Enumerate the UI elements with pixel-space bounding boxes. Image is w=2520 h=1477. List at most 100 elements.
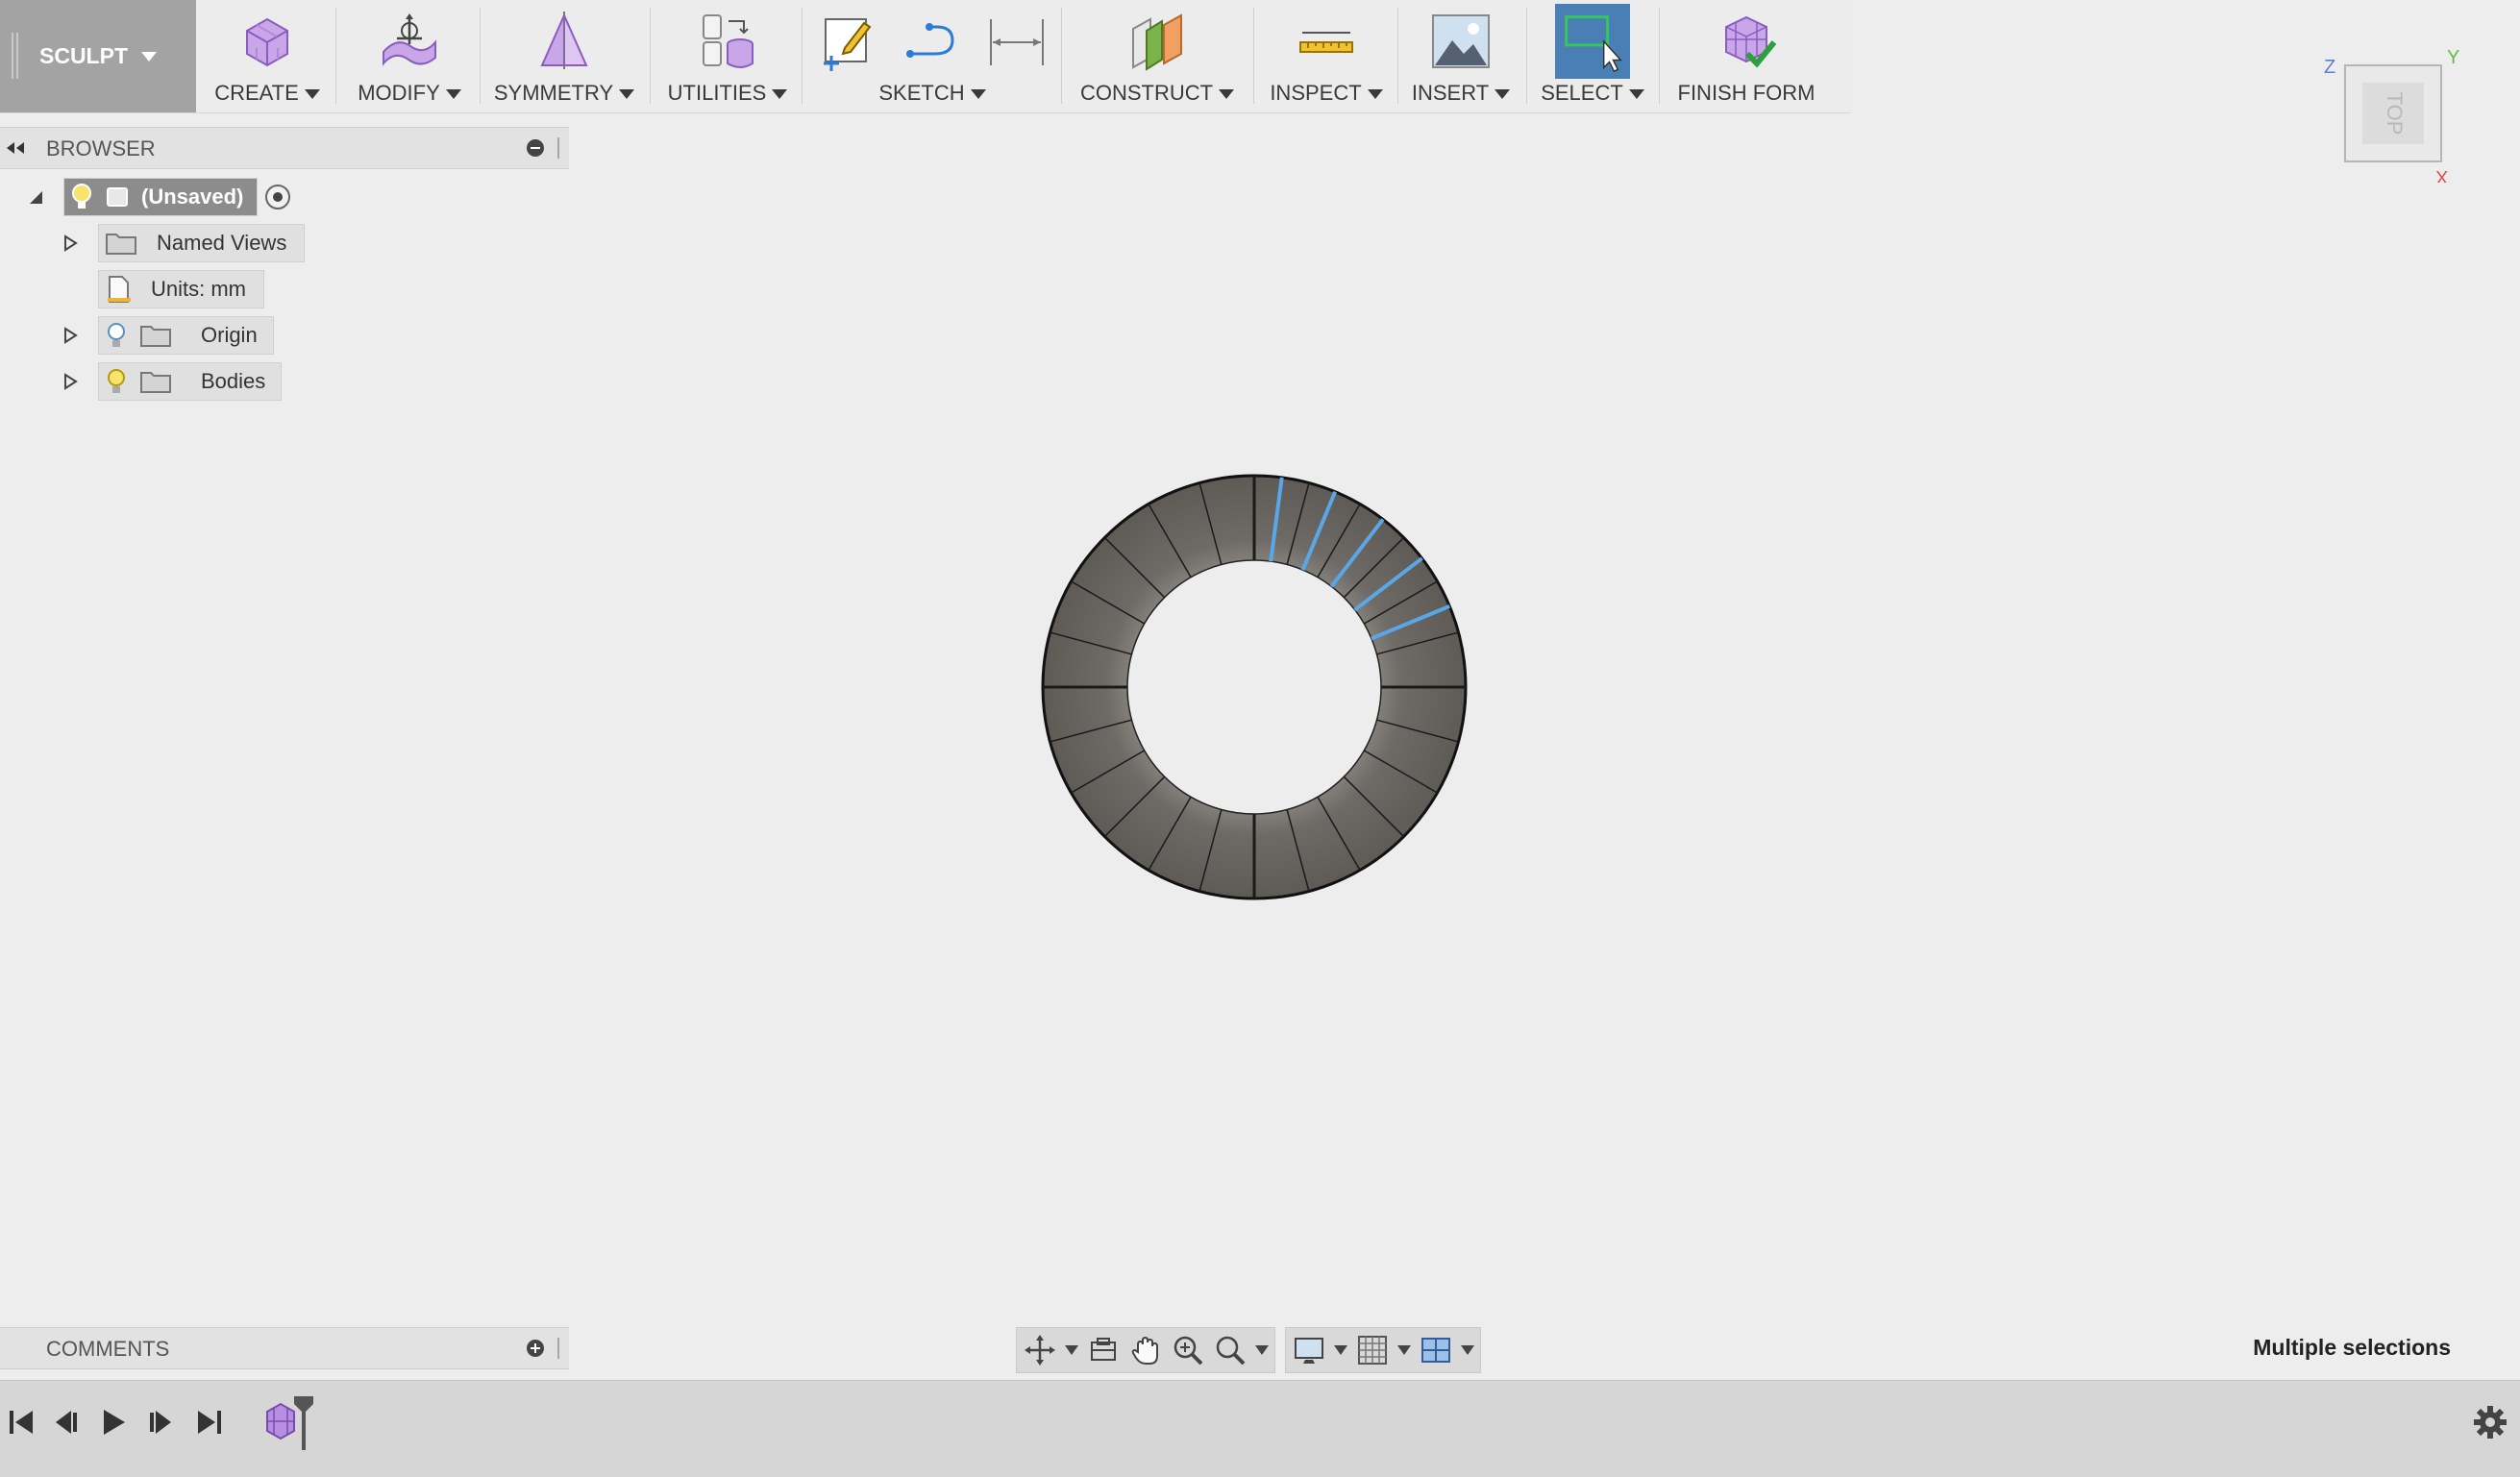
toolbar-divider bbox=[480, 8, 481, 104]
root-label: (Unsaved) bbox=[141, 185, 244, 209]
timeline-marker[interactable] bbox=[292, 1394, 315, 1456]
browser-item-origin: Origin bbox=[62, 316, 274, 355]
add-comment-button[interactable] bbox=[527, 1340, 544, 1357]
origin-label: Origin bbox=[201, 323, 258, 347]
construct-menu[interactable]: CONSTRUCT bbox=[1067, 0, 1248, 112]
visibility-bulb-icon[interactable] bbox=[105, 367, 128, 396]
browser-item-named-views: Named Views bbox=[62, 224, 306, 262]
finish-form-button[interactable]: FINISH FORM bbox=[1665, 0, 1828, 112]
chevron-down-icon bbox=[1628, 89, 1644, 100]
collapse-triangle-icon[interactable] bbox=[27, 188, 44, 206]
step-forward-icon[interactable] bbox=[144, 1407, 175, 1438]
folder-icon bbox=[140, 326, 171, 347]
nav-tools-group bbox=[1016, 1327, 1275, 1373]
play-icon[interactable] bbox=[98, 1407, 129, 1438]
utilities-label: UTILITIES bbox=[667, 81, 767, 105]
toolbar-divider bbox=[802, 8, 803, 104]
folder-icon bbox=[106, 234, 136, 255]
chevron-down-icon bbox=[1367, 89, 1383, 100]
expand-triangle-icon[interactable] bbox=[62, 234, 79, 252]
step-back-icon[interactable] bbox=[52, 1407, 83, 1438]
bodies-node[interactable]: Bodies bbox=[98, 362, 283, 401]
gear-icon[interactable] bbox=[2472, 1404, 2508, 1440]
chevron-down-icon[interactable] bbox=[1255, 1345, 1269, 1355]
chevron-down-icon bbox=[1219, 89, 1235, 100]
named-views-label: Named Views bbox=[157, 231, 287, 255]
inspect-label: INSPECT bbox=[1270, 81, 1362, 105]
create-sketch-icon[interactable] bbox=[816, 10, 879, 73]
chevron-down-icon bbox=[772, 89, 788, 100]
pan-hand-icon[interactable] bbox=[1128, 1333, 1163, 1367]
look-at-icon[interactable] bbox=[1086, 1333, 1121, 1367]
chevron-down-icon[interactable] bbox=[1065, 1345, 1078, 1355]
chevron-down-icon bbox=[970, 89, 986, 100]
chevron-down-icon[interactable] bbox=[1461, 1345, 1474, 1355]
chevron-down-icon[interactable] bbox=[1397, 1345, 1411, 1355]
window-select-icon bbox=[1555, 4, 1630, 79]
measure-icon bbox=[1299, 32, 1353, 53]
sketch-menu[interactable]: SKETCH bbox=[807, 0, 1057, 112]
chevron-down-icon bbox=[304, 89, 320, 100]
symmetry-label: SYMMETRY bbox=[493, 81, 614, 105]
chevron-down-icon bbox=[141, 51, 157, 62]
construct-plane-icon bbox=[1132, 13, 1182, 71]
selection-status: Multiple selections bbox=[2253, 1335, 2451, 1360]
chevron-down-icon bbox=[619, 89, 635, 100]
toolbar-divider bbox=[335, 8, 336, 104]
panel-resize-grip[interactable] bbox=[557, 137, 565, 159]
convert-icon bbox=[703, 14, 754, 68]
browser-item-units: Units: mm bbox=[98, 270, 264, 308]
select-menu[interactable]: SELECT bbox=[1532, 0, 1653, 112]
document-icon bbox=[108, 276, 131, 303]
select-label: SELECT bbox=[1541, 81, 1623, 105]
units-label: Units: mm bbox=[151, 277, 246, 301]
axis-x-label: X bbox=[2435, 168, 2448, 183]
visibility-bulb-icon[interactable] bbox=[70, 183, 93, 211]
viewports-icon[interactable] bbox=[1419, 1333, 1453, 1367]
go-to-start-icon[interactable] bbox=[6, 1407, 37, 1438]
workspace-switcher[interactable]: SCULPT bbox=[0, 0, 196, 112]
sketch-dimension-icon[interactable] bbox=[985, 10, 1049, 73]
utilities-menu[interactable]: UTILITIES bbox=[657, 0, 798, 112]
symmetry-menu[interactable]: SYMMETRY bbox=[486, 0, 642, 112]
units-node[interactable]: Units: mm bbox=[98, 270, 264, 308]
create-label: CREATE bbox=[214, 81, 299, 105]
browser-title: BROWSER bbox=[46, 136, 156, 160]
insert-image-icon bbox=[1432, 14, 1490, 68]
inspect-menu[interactable]: INSPECT bbox=[1259, 0, 1394, 112]
collapse-panel-icon[interactable] bbox=[4, 140, 27, 156]
orbit-icon[interactable] bbox=[1023, 1333, 1057, 1367]
viewcube[interactable]: TOP Z Y X bbox=[2316, 38, 2460, 183]
zoom-icon[interactable] bbox=[1171, 1333, 1205, 1367]
browser-panel-header: BROWSER bbox=[0, 127, 569, 169]
finish-form-label: FINISH FORM bbox=[1677, 81, 1816, 105]
finish-form-icon bbox=[1725, 15, 1777, 68]
go-to-end-icon[interactable] bbox=[194, 1407, 225, 1438]
display-settings-icon[interactable] bbox=[1292, 1333, 1326, 1367]
activate-radio-icon[interactable] bbox=[263, 183, 292, 211]
grid-icon[interactable] bbox=[1355, 1333, 1390, 1367]
component-icon bbox=[107, 187, 128, 207]
fit-icon[interactable] bbox=[1213, 1333, 1248, 1367]
inner-edge[interactable] bbox=[1126, 559, 1382, 815]
timeline bbox=[0, 1380, 2520, 1477]
workspace-label: SCULPT bbox=[39, 43, 128, 68]
visibility-bulb-icon[interactable] bbox=[105, 321, 128, 350]
insert-menu[interactable]: INSERT bbox=[1403, 0, 1519, 112]
browser-root-row: (Unsaved) bbox=[27, 178, 292, 216]
axis-z-label: Z bbox=[2324, 57, 2335, 78]
chevron-down-icon bbox=[445, 89, 461, 100]
line-arc-icon[interactable] bbox=[901, 10, 964, 73]
toolbar-grip bbox=[12, 33, 18, 79]
ring-tsurface-body[interactable] bbox=[1028, 461, 1480, 913]
chevron-down-icon[interactable] bbox=[1334, 1345, 1347, 1355]
expand-triangle-icon[interactable] bbox=[62, 373, 79, 390]
create-menu[interactable]: CREATE bbox=[204, 0, 331, 112]
named-views-node[interactable]: Named Views bbox=[98, 224, 306, 262]
browser-root-node[interactable]: (Unsaved) bbox=[63, 178, 259, 216]
origin-node[interactable]: Origin bbox=[98, 316, 274, 355]
modify-menu[interactable]: MODIFY bbox=[342, 0, 477, 112]
expand-triangle-icon[interactable] bbox=[62, 327, 79, 344]
minimize-browser-button[interactable] bbox=[527, 139, 544, 157]
panel-resize-grip[interactable] bbox=[557, 1338, 565, 1359]
